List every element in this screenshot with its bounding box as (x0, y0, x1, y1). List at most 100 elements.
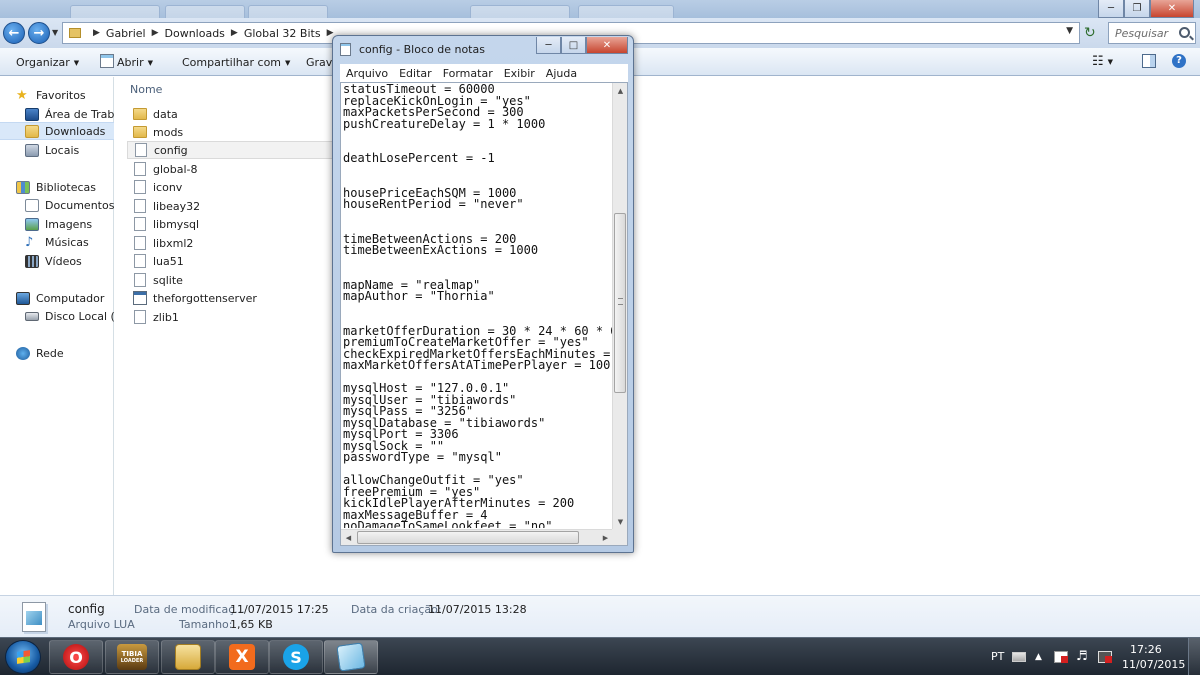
organize-menu-button[interactable]: Organizar ▼ (16, 56, 79, 69)
scroll-up-arrow-icon[interactable]: ▲ (613, 83, 627, 98)
nav-computer[interactable]: Computador (0, 289, 114, 307)
show-desktop-button[interactable] (1188, 638, 1200, 675)
action-center-flag-icon[interactable] (1054, 651, 1068, 663)
downloads-folder-icon (25, 124, 39, 138)
taskbar-xampp[interactable]: X (215, 640, 269, 674)
address-history-dropdown[interactable]: ▼ (1066, 26, 1073, 36)
desktop-icon (25, 107, 39, 121)
back-button[interactable]: ← (3, 22, 25, 44)
nav-libraries[interactable]: Bibliotecas (0, 178, 114, 196)
breadcrumb-separator-icon[interactable]: ▶ (152, 28, 159, 38)
keyboard-icon[interactable] (1012, 652, 1026, 662)
taskbar-skype[interactable]: S (269, 640, 323, 674)
recent-pages-dropdown[interactable]: ▼ (52, 28, 58, 37)
file-row-libeay32[interactable]: libeay32 (127, 197, 337, 215)
language-indicator[interactable]: PT (991, 650, 1004, 663)
breadcrumb-separator-icon[interactable]: ▶ (231, 28, 238, 38)
vertical-scrollbar[interactable]: ▲ ▼ (612, 83, 627, 529)
nav-local-disk[interactable]: Disco Local (C: (0, 307, 114, 325)
error-badge-icon (1105, 656, 1112, 663)
nav-downloads[interactable]: Downloads (0, 122, 114, 140)
nav-network[interactable]: Rede (0, 344, 114, 362)
details-size-label: Tamanho: (179, 618, 233, 631)
notepad-maximize-button[interactable]: □ (561, 37, 586, 54)
back-arrow-icon: ← (8, 25, 20, 41)
start-button[interactable] (5, 640, 41, 674)
open-label: Abrir (117, 56, 144, 69)
background-tab[interactable] (578, 5, 674, 18)
taskbar-file-explorer[interactable] (161, 640, 215, 674)
background-tab[interactable] (165, 5, 245, 18)
open-button[interactable]: Abrir ▼ (117, 56, 153, 69)
nav-documents[interactable]: Documentos (0, 196, 114, 214)
help-button[interactable]: ? (1172, 54, 1186, 68)
taskbar-notepad[interactable] (324, 640, 378, 674)
horizontal-scrollbar[interactable]: ◀ ▶ (341, 529, 613, 545)
breadcrumb-global-32-bits[interactable]: Global 32 Bits (244, 27, 321, 40)
file-row-libxml2[interactable]: libxml2 (127, 234, 337, 252)
notepad-close-button[interactable]: ✕ (586, 37, 628, 54)
clock-date[interactable]: 11/07/2015 (1122, 658, 1185, 671)
minimize-button[interactable]: ─ (1098, 0, 1124, 18)
background-tab[interactable] (70, 5, 160, 18)
background-tab[interactable] (470, 5, 570, 18)
file-row-data[interactable]: data (127, 105, 337, 123)
chevron-down-icon: ▼ (73, 59, 80, 67)
file-row-global-8[interactable]: global-8 (127, 160, 337, 178)
breadcrumb-separator-icon[interactable]: ▶ (93, 28, 100, 38)
nav-desktop[interactable]: Área de Trabal (0, 105, 114, 123)
nav-videos[interactable]: Vídeos (0, 252, 114, 270)
file-row-libmysql[interactable]: libmysql (127, 215, 337, 233)
taskbar-tibia-loader[interactable]: TIBIA LOADER (105, 640, 159, 674)
preview-pane-button[interactable] (1142, 54, 1156, 68)
folder-icon (175, 644, 201, 670)
menu-edit[interactable]: Editar (399, 67, 432, 80)
file-list-area: Nome data mods config global-8 iconv lib… (115, 77, 1200, 595)
search-placeholder: Pesquisar (1115, 26, 1169, 40)
close-button[interactable]: ✕ (1150, 0, 1194, 18)
notepad-text-content[interactable]: statusTimeout = 60000 replaceKickOnLogin… (343, 84, 613, 528)
network-status-icon[interactable] (1098, 651, 1112, 663)
menu-view[interactable]: Exibir (504, 67, 535, 80)
nav-places[interactable]: Locais (0, 141, 114, 159)
menu-file[interactable]: Arquivo (346, 67, 388, 80)
change-view-button[interactable]: ☷ ▼ (1092, 54, 1113, 69)
file-row-iconv[interactable]: iconv (127, 178, 337, 196)
scroll-right-arrow-icon[interactable]: ▶ (598, 530, 613, 545)
menu-help[interactable]: Ajuda (546, 67, 577, 80)
breadcrumb-gabriel[interactable]: Gabriel (106, 27, 146, 40)
nav-favorites[interactable]: ★ Favoritos (0, 86, 114, 104)
column-header-name[interactable]: Nome (130, 83, 162, 96)
breadcrumb-downloads[interactable]: Downloads (165, 27, 225, 40)
refresh-button[interactable]: ↻ (1084, 26, 1096, 40)
forward-button[interactable]: → (28, 22, 50, 44)
clock-time[interactable]: 17:26 (1130, 643, 1162, 656)
vertical-scroll-thumb[interactable] (614, 213, 626, 393)
file-row-sqlite[interactable]: sqlite (127, 271, 337, 289)
share-with-button[interactable]: Compartilhar com ▼ (182, 56, 290, 69)
scroll-left-arrow-icon[interactable]: ◀ (341, 530, 356, 545)
notepad-editor[interactable]: statusTimeout = 60000 replaceKickOnLogin… (340, 82, 628, 546)
nav-images[interactable]: Imagens (0, 215, 114, 233)
share-label: Compartilhar com (182, 56, 282, 69)
notepad-app-icon[interactable] (340, 43, 351, 56)
nav-music[interactable]: ♪ Músicas (0, 233, 114, 251)
show-hidden-icons-button[interactable]: ▲ (1035, 651, 1049, 663)
file-row-lua51[interactable]: lua51 (127, 252, 337, 270)
notepad-titlebar[interactable]: config - Bloco de notas ─ □ ✕ (333, 36, 633, 62)
menu-format[interactable]: Formatar (443, 67, 493, 80)
volume-icon[interactable]: ♬ (1076, 650, 1090, 663)
scroll-down-arrow-icon[interactable]: ▼ (613, 514, 627, 529)
notepad-minimize-button[interactable]: ─ (536, 37, 561, 54)
background-tab[interactable] (248, 5, 328, 18)
horizontal-scroll-thumb[interactable] (357, 531, 579, 544)
file-row-mods[interactable]: mods (127, 123, 337, 141)
explorer-titlebar[interactable]: ─ ❐ ✕ (0, 0, 1200, 18)
taskbar-opera[interactable]: O (49, 640, 103, 674)
file-row-zlib1[interactable]: zlib1 (127, 308, 337, 326)
search-input[interactable]: Pesquisar (1108, 22, 1196, 44)
file-row-theforgottenserver[interactable]: theforgottenserver (127, 289, 337, 307)
file-row-config[interactable]: config (127, 141, 337, 159)
restore-button[interactable]: ❐ (1124, 0, 1150, 18)
nav-downloads-label: Downloads (45, 124, 106, 138)
